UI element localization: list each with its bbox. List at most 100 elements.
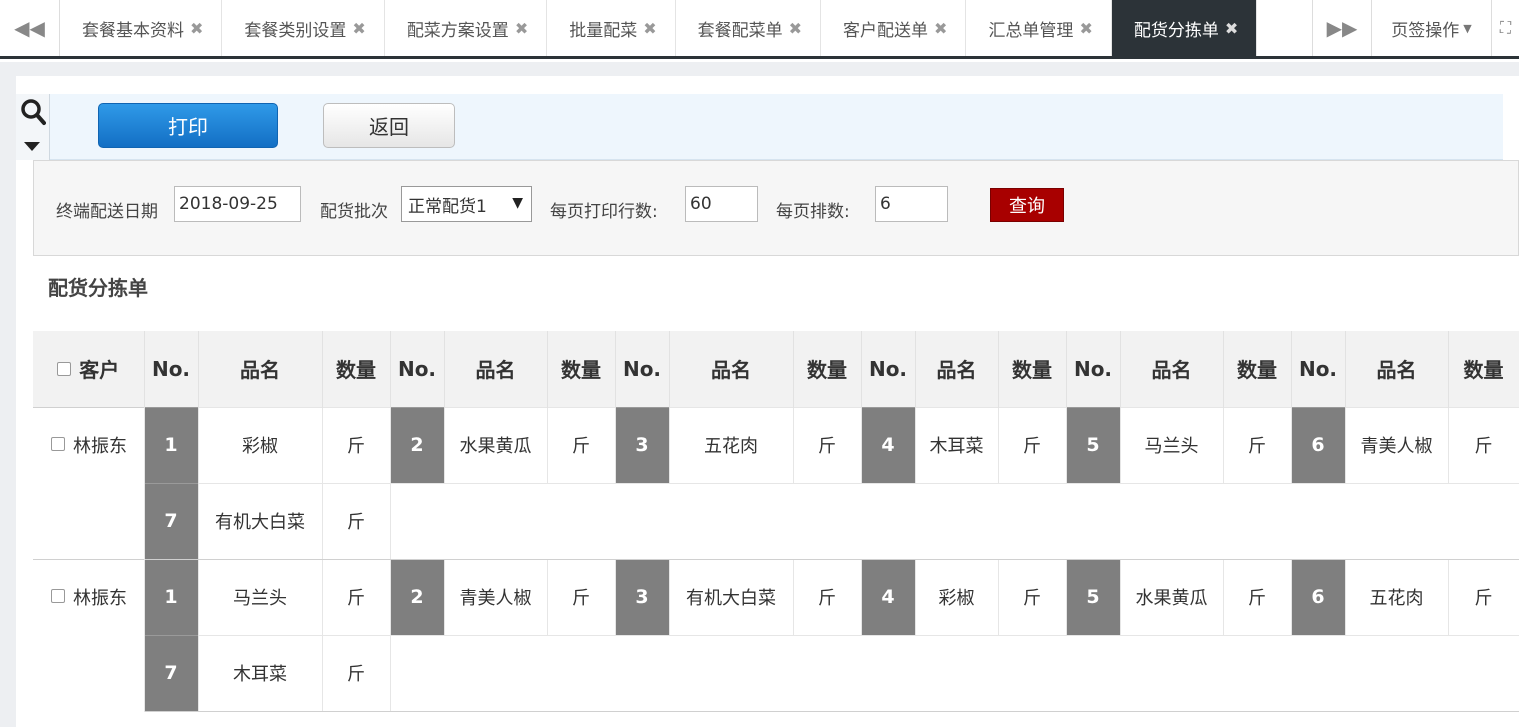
item-number-cell: 7 (144, 482, 199, 560)
caret-down-icon: ▼ (1463, 21, 1472, 35)
print-button[interactable]: 打印 (98, 103, 278, 148)
close-icon[interactable]: ✖ (1079, 19, 1092, 38)
item-number-cell: 2 (390, 406, 445, 483)
item-qty-cell: 斤 (1223, 406, 1292, 483)
batch-select-value: 正常配货1 (408, 196, 487, 217)
name-header: 品名 (1120, 331, 1224, 407)
empty-cell (390, 482, 1519, 560)
item-qty-cell: 斤 (793, 406, 862, 483)
close-icon[interactable]: ✖ (352, 19, 365, 38)
no-header: No. (390, 331, 445, 407)
tab-item[interactable]: 批量配菜 ✖ (547, 0, 676, 56)
row-checkbox[interactable] (51, 436, 65, 451)
item-qty-cell: 斤 (793, 558, 862, 635)
item-qty-cell: 斤 (547, 558, 616, 635)
item-name-cell: 五花肉 (669, 406, 794, 483)
item-number-cell: 4 (861, 558, 916, 635)
no-header: No. (615, 331, 670, 407)
row-checkbox[interactable] (51, 588, 65, 603)
tab-item[interactable]: 套餐基本资料 ✖ (60, 0, 223, 56)
close-icon[interactable]: ✖ (190, 19, 203, 38)
tab-bar: ◀◀ 套餐基本资料 ✖ 套餐类别设置 ✖ 配菜方案设置 ✖ 批量配菜 ✖ 套餐配菜单 ✖ 客户配送单… (0, 0, 1519, 59)
tab-label: 套餐类别设置 (244, 20, 347, 41)
batch-select[interactable]: 正常配货1 ▼ (401, 186, 532, 222)
tab-item[interactable]: 配货分拣单 ✖ (1111, 0, 1258, 56)
item-number-cell: 7 (144, 634, 199, 712)
close-icon[interactable]: ✖ (934, 19, 947, 38)
no-header: No. (144, 331, 199, 407)
back-button[interactable]: 返回 (323, 103, 455, 148)
item-name-cell: 青美人椒 (444, 558, 548, 635)
tab-item[interactable]: 客户配送单 ✖ (821, 0, 967, 56)
item-name-cell: 木耳菜 (198, 634, 323, 712)
item-name-cell: 马兰头 (198, 558, 323, 635)
tab-item[interactable]: 套餐类别设置 ✖ (222, 0, 385, 56)
tab-item[interactable]: 配菜方案设置 ✖ (385, 0, 548, 56)
table-row: 林振东 1 彩椒斤 2 水果黄瓜斤 3 五花肉斤 4 木耳菜斤 5 马兰头斤 6 青美人椒斤 (33, 406, 1519, 559)
item-qty-cell: 斤 (1448, 406, 1519, 483)
select-all-checkbox[interactable] (57, 361, 72, 376)
no-header: No. (1291, 331, 1346, 407)
fullscreen-button[interactable]: ⛶ (1492, 0, 1519, 56)
item-qty-cell: 斤 (1448, 558, 1519, 635)
batch-label: 配货批次 (320, 202, 388, 222)
item-name-cell: 有机大白菜 (669, 558, 794, 635)
fullscreen-icon: ⛶ (1499, 18, 1512, 37)
table-row: 7 有机大白菜斤 (33, 482, 1519, 560)
empty-cell (390, 634, 1519, 712)
search-icon (21, 99, 46, 125)
close-icon[interactable]: ✖ (789, 19, 802, 38)
delivery-date-input[interactable] (174, 186, 301, 222)
double-chevron-left-icon: ◀◀ (14, 16, 45, 40)
item-qty-cell: 斤 (322, 634, 391, 712)
double-chevron-right-icon: ▶▶ (1326, 16, 1358, 40)
customer-name: 林振东 (73, 435, 127, 457)
query-button[interactable]: 查询 (990, 188, 1064, 222)
filter-panel: 终端配送日期 配货批次 正常配货1 ▼ 每页打印行数: 每页排数: 查询 (33, 160, 1519, 256)
tab-label: 套餐配菜单 (697, 20, 783, 41)
search-toggle-button[interactable] (16, 94, 50, 160)
qty-header: 数量 (1448, 331, 1519, 407)
name-header: 品名 (669, 331, 794, 407)
qty-header: 数量 (322, 331, 391, 407)
tab-label: 套餐基本资料 (82, 20, 184, 41)
item-number-cell: 1 (144, 406, 199, 483)
close-icon[interactable]: ✖ (1225, 19, 1238, 38)
toolbar: 打印 返回 (16, 94, 1503, 160)
columns-per-page-label: 每页排数: (776, 202, 850, 222)
no-header: No. (1066, 331, 1121, 407)
item-number-cell: 3 (615, 406, 670, 483)
close-icon[interactable]: ✖ (515, 19, 528, 38)
tab-operations-dropdown[interactable]: 页签操作 ▼ (1372, 0, 1492, 56)
item-number-cell: 5 (1066, 406, 1121, 483)
delivery-date-label: 终端配送日期 (56, 202, 158, 222)
item-qty-cell: 斤 (998, 406, 1067, 483)
tab-scroll-left-button[interactable]: ◀◀ (0, 0, 60, 56)
table-row: 林振东 1 马兰头斤 2 青美人椒斤 3 有机大白菜斤 4 彩椒斤 5 水果黄瓜斤 6 五花肉斤 (33, 558, 1519, 711)
no-header: No. (861, 331, 916, 407)
tab-label: 配货分拣单 (1133, 20, 1219, 41)
rows-per-page-input[interactable] (685, 186, 758, 222)
tab-label: 批量配菜 (569, 20, 638, 41)
item-qty-cell: 斤 (547, 406, 616, 483)
name-header: 品名 (198, 331, 323, 407)
item-name-cell: 木耳菜 (915, 406, 999, 483)
columns-per-page-input[interactable] (875, 186, 948, 222)
item-name-cell: 水果黄瓜 (1120, 558, 1224, 635)
item-number-cell: 2 (390, 558, 445, 635)
item-number-cell: 6 (1291, 558, 1346, 635)
dropdown-arrow-icon: ▼ (512, 195, 523, 211)
table-row: 7 木耳菜斤 (33, 634, 1519, 712)
customer-name: 林振东 (73, 587, 127, 609)
picking-table: 客户 No. 品名 数量 No. 品名 数量 No. 品名 数量 No. 品名 数量 No. 品名 数量 No… (33, 331, 1519, 712)
tab-item[interactable]: 套餐配菜单 ✖ (676, 0, 822, 56)
tab-scroll-right-button[interactable]: ▶▶ (1312, 0, 1372, 56)
customer-header-label: 客户 (79, 358, 120, 383)
item-name-cell: 马兰头 (1120, 406, 1224, 483)
close-icon[interactable]: ✖ (643, 19, 656, 38)
item-number-cell: 3 (615, 558, 670, 635)
tab-item[interactable]: 汇总单管理 ✖ (966, 0, 1112, 56)
qty-header: 数量 (998, 331, 1067, 407)
customer-cell: 林振东 (33, 558, 145, 711)
tab-label: 配菜方案设置 (406, 20, 509, 41)
